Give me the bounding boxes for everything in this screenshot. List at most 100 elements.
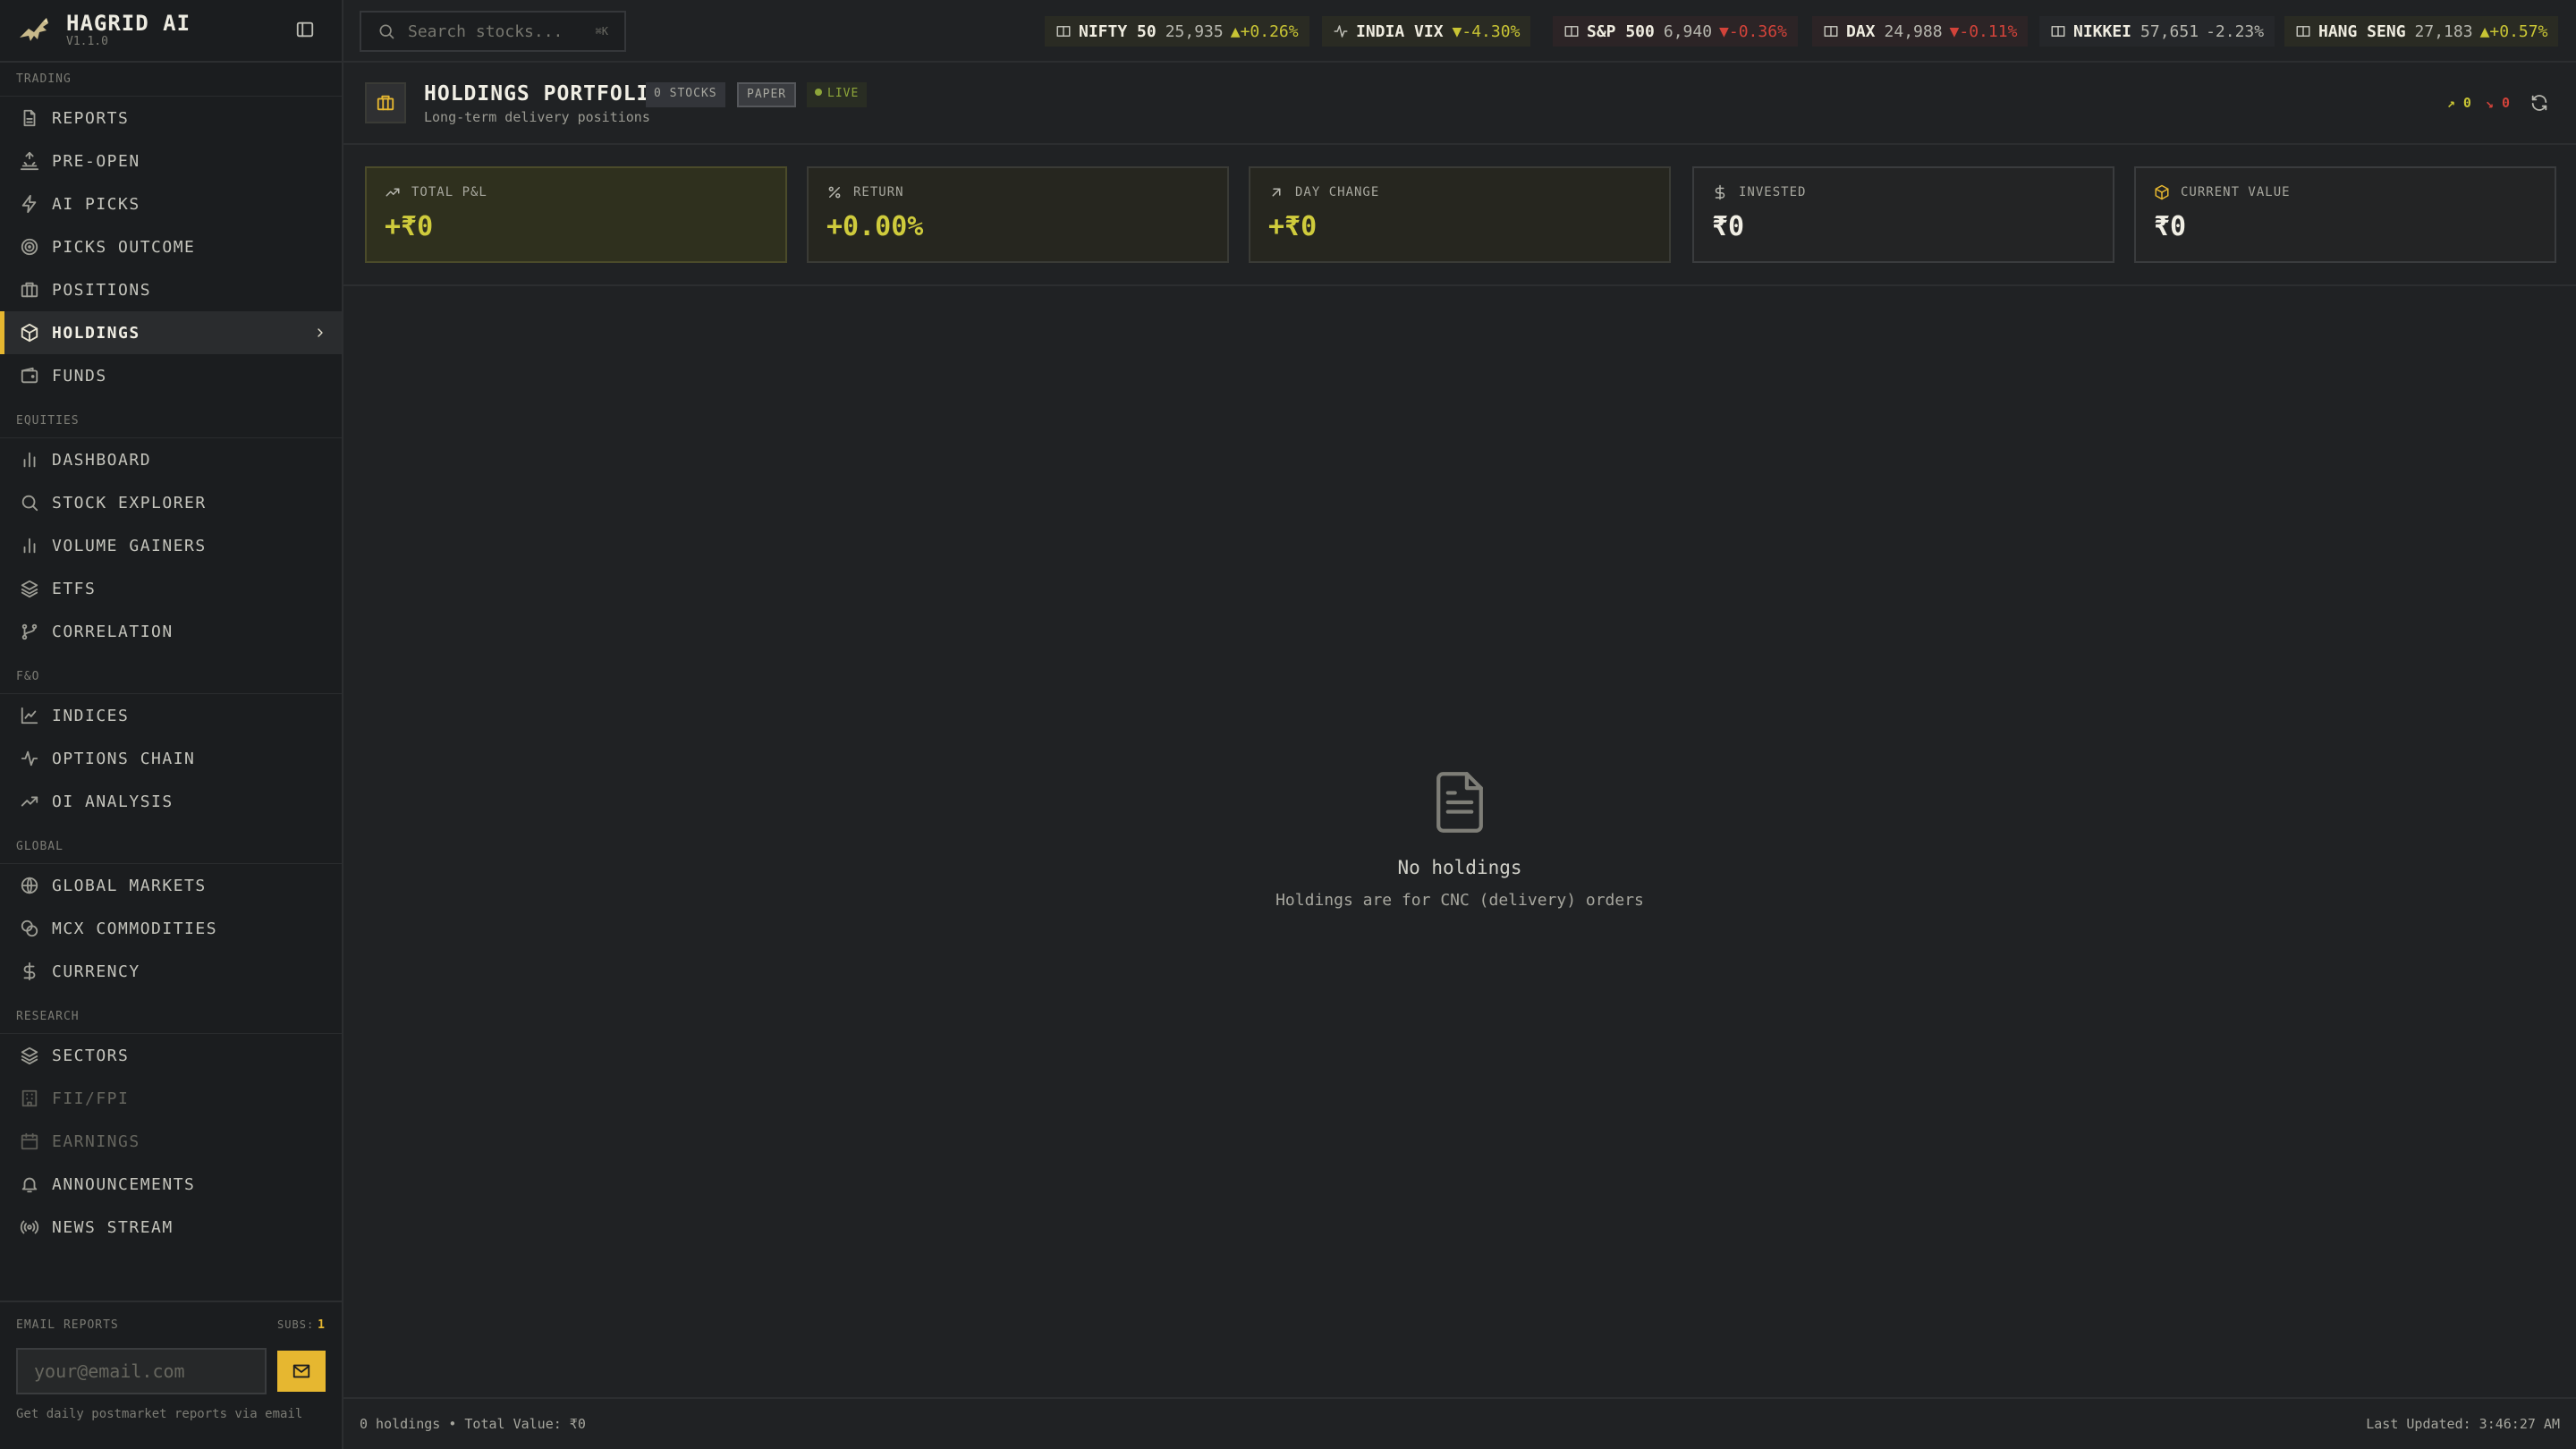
git-branch-icon [21,623,38,640]
live-status-badge: LIVE [807,82,868,107]
ticker-nifty-50[interactable]: NIFTY 50 25,935 ▲+0.26% [1045,16,1309,47]
email-field[interactable] [16,1348,267,1394]
ticker-dax[interactable]: DAX 24,988 ▼-0.11% [1812,16,2029,47]
sidebar-item-mcx-commodities[interactable]: MCX COMMODITIES [0,907,342,950]
radio-icon [20,1220,39,1234]
stat-value: +₹0 [385,211,434,242]
sidebar-item-indices[interactable]: INDICES [0,694,342,737]
search-input[interactable]: Search stocks... ⌘K [360,11,626,52]
globe-icon [21,877,38,894]
coins-icon [21,919,38,937]
sidebar-item-pre-open[interactable]: PRE-OPEN [0,140,342,182]
sidebar-item-options-chain[interactable]: OPTIONS CHAIN [0,737,342,780]
sidebar-item-stock-explorer[interactable]: STOCK EXPLORER [0,481,342,524]
bar-chart-icon [23,538,36,554]
package-icon [21,323,38,343]
sidebar-item-positions[interactable]: POSITIONS [0,268,342,311]
sidebar-item-label: CORRELATION [52,622,174,641]
columns-icon [2051,26,2065,37]
sidebar-toggle-icon[interactable] [295,20,315,39]
ticker-nikkei[interactable]: NIKKEI 57,651 -2.23% [2039,16,2275,47]
sidebar-item-label: HOLDINGS [52,323,140,343]
calendar-icon [21,1132,38,1150]
stat-card-current-value: CURRENT VALUE ₹0 [2134,166,2556,263]
sidebar-item-global-markets[interactable]: GLOBAL MARKETS [0,864,342,907]
app-version: V1.1.0 [66,35,108,48]
sidebar-item-label: PICKS OUTCOME [52,237,196,257]
hippogriff-logo-icon [16,13,52,48]
ticker-sp-500[interactable]: S&P 500 6,940 ▼-0.36% [1553,16,1798,47]
email-reports-label: EMAIL REPORTS [16,1318,119,1332]
email-reports-note: Get daily postmarket reports via email [16,1407,303,1421]
sidebar-item-oi-analysis[interactable]: OI ANALYSIS [0,780,342,823]
trending-up-icon [21,796,38,807]
top-bar: Search stocks... ⌘K NIFTY 50 25,935 ▲+0.… [343,0,2576,63]
stat-value: ₹0 [2154,211,2187,242]
losers-count: ↘ 0 [2485,95,2510,111]
sidebar-item-fii-fpi[interactable]: FII/FPI [0,1077,342,1120]
stat-card-total-pnl: TOTAL P&L +₹0 [365,166,787,263]
stats-row: TOTAL P&L +₹0 RETURN +0.00% DAY CHANGE +… [343,145,2576,286]
search-shortcut: ⌘K [595,25,608,38]
layers-icon [21,1046,38,1065]
stat-value: +₹0 [1268,211,1318,242]
wallet-icon [21,367,38,384]
sidebar-item-sectors[interactable]: SECTORS [0,1034,342,1077]
columns-icon [1824,26,1838,37]
section-label-fno: F&O [0,660,342,694]
briefcase-icon [21,282,38,298]
line-chart-icon [21,707,38,724]
header-summary: ↗ 0 ↘ 0 [2447,93,2549,113]
sidebar-item-etfs[interactable]: ETFS [0,567,342,610]
sidebar-item-holdings[interactable]: HOLDINGS [0,311,342,354]
sidebar-item-currency[interactable]: CURRENCY [0,950,342,993]
section-label-equities: EQUITIES [0,404,342,438]
sidebar-item-label: OI ANALYSIS [52,792,174,811]
activity-icon [1334,25,1348,38]
stat-card-invested: INVESTED ₹0 [1692,166,2114,263]
document-icon [1436,772,1483,833]
sidebar-item-ai-picks[interactable]: AI PICKS [0,182,342,225]
sidebar-item-reports[interactable]: REPORTS [0,97,342,140]
sidebar-item-label: DASHBOARD [52,450,152,470]
sidebar-item-earnings[interactable]: EARNINGS [0,1120,342,1163]
sidebar-item-label: ANNOUNCEMENTS [52,1174,196,1194]
sidebar-item-label: OPTIONS CHAIN [52,749,196,768]
sidebar-item-picks-outcome[interactable]: PICKS OUTCOME [0,225,342,268]
sidebar-item-label: STOCK EXPLORER [52,493,207,513]
mail-icon [292,1364,310,1378]
dollar-icon [1715,184,1725,200]
stat-value: ₹0 [1712,211,1745,242]
search-icon [379,24,394,39]
ticker-india-vix[interactable]: INDIA VIX ▼-4.30% [1322,16,1531,47]
sidebar-item-volume-gainers[interactable]: VOLUME GAINERS [0,524,342,567]
layers-icon [21,580,38,598]
empty-message: Holdings are for CNC (delivery) orders [1275,891,1644,910]
sidebar-item-announcements[interactable]: ANNOUNCEMENTS [0,1163,342,1206]
file-text-icon [23,109,36,127]
paper-mode-badge[interactable]: PAPER [737,82,797,107]
stocks-count-badge: 0 STOCKS [646,82,725,107]
app-name: HAGRID AI [66,11,191,36]
sidebar-item-label: CURRENCY [52,962,140,981]
refresh-icon[interactable] [2529,93,2549,113]
sidebar-item-funds[interactable]: FUNDS [0,354,342,397]
page-header: HOLDINGS PORTFOLIO Long-term delivery po… [343,63,2576,145]
sidebar-item-dashboard[interactable]: DASHBOARD [0,438,342,481]
columns-icon [2296,26,2310,37]
holdings-summary: 0 holdings • Total Value: ₹0 [360,1416,586,1432]
stat-value: +0.00% [826,211,924,242]
last-updated: Last Updated: 3:46:27 AM [2366,1416,2560,1432]
sunrise-icon [20,151,39,171]
sidebar-item-label: EARNINGS [52,1131,140,1151]
package-icon [2155,184,2169,200]
sidebar-item-label: VOLUME GAINERS [52,536,207,555]
empty-title: No holdings [1397,857,1522,878]
columns-icon [1056,26,1071,37]
ticker-hang-seng[interactable]: HANG SENG 27,183 ▲+0.57% [2284,16,2559,47]
subscribe-button[interactable] [277,1351,326,1392]
sidebar-item-label: PRE-OPEN [52,151,140,171]
sidebar-item-news-stream[interactable]: NEWS STREAM [0,1206,342,1249]
dollar-icon [23,962,36,981]
sidebar-item-correlation[interactable]: CORRELATION [0,610,342,653]
